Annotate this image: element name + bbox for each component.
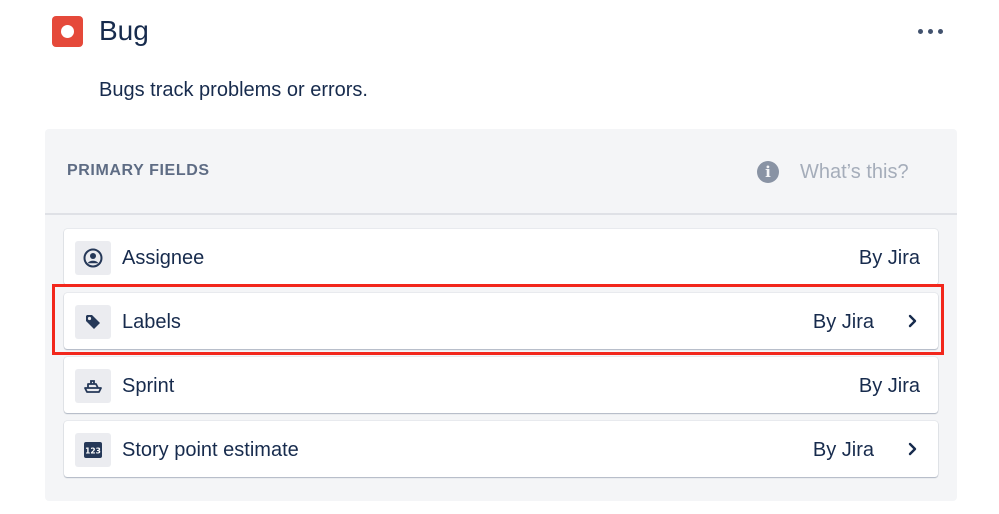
bug-icon [52,16,83,47]
field-row-sprint[interactable]: Sprint By Jira [64,357,938,413]
field-source: By Jira [812,439,874,461]
number-123-icon: 123 [75,433,111,467]
issue-type-description: Bugs track problems or errors. [99,79,368,101]
more-horizontal-icon [918,29,923,34]
field-name: Story point estimate [122,439,299,461]
field-source: By Jira [858,247,920,269]
info-icon: i [757,161,779,183]
field-name: Labels [122,311,181,333]
field-row-labels[interactable]: Labels By Jira [64,293,938,349]
field-source: By Jira [812,311,874,333]
field-row-assignee[interactable]: Assignee By Jira [64,229,938,285]
issue-type-header: Bug [52,14,952,50]
section-label: PRIMARY FIELDS [67,162,210,179]
chevron-right-icon [908,442,917,456]
chevron-right-icon [908,314,917,328]
sprint-ship-icon [75,369,111,403]
person-icon [75,241,111,275]
issue-type-title: Bug [99,15,149,46]
panel-header: PRIMARY FIELDS i What’s this? [45,129,957,215]
svg-text:123: 123 [85,447,101,456]
field-name: Sprint [122,375,175,397]
whats-this-label: What’s this? [800,161,909,183]
field-source: By Jira [858,375,920,397]
more-actions-button[interactable] [914,18,948,42]
field-row-story-point-estimate[interactable]: 123 Story point estimate By Jira [64,421,938,477]
tag-icon [75,305,111,339]
field-name: Assignee [122,247,205,269]
